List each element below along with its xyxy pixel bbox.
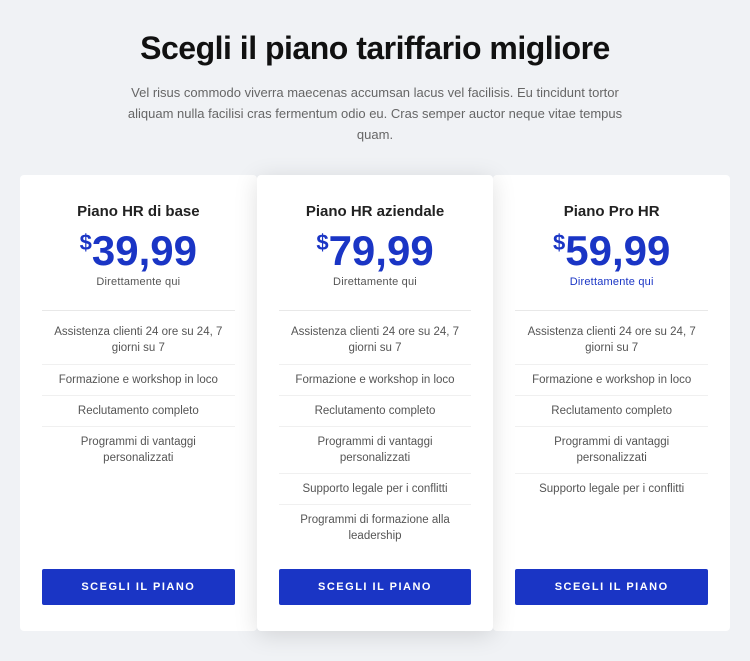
plan-feature-item: Supporto legale per i conflitti	[279, 474, 472, 505]
plan-features-pro: Assistenza clienti 24 ore su 24, 7 giorn…	[515, 317, 708, 551]
plan-cta-text-pro: Direttamente qui	[570, 276, 654, 288]
plan-features-aziendale: Assistenza clienti 24 ore su 24, 7 giorn…	[279, 317, 472, 551]
plan-button-base[interactable]: SCEGLI IL PIANO	[42, 569, 235, 605]
plan-button-aziendale[interactable]: SCEGLI IL PIANO	[279, 569, 472, 605]
plan-feature-item: Formazione e workshop in loco	[42, 365, 235, 396]
plan-feature-item: Reclutamento completo	[42, 396, 235, 427]
plan-card-aziendale: Piano HR aziendale $79,99 Direttamente qui…	[257, 175, 494, 631]
plan-feature-item: Reclutamento completo	[279, 396, 472, 427]
plan-name-pro: Piano Pro HR	[564, 203, 660, 220]
page-subtitle: Vel risus commodo viverra maecenas accum…	[115, 83, 635, 145]
plans-container: Piano HR di base $39,99 Direttamente qui As…	[20, 175, 730, 631]
plan-divider-aziendale	[279, 310, 472, 311]
plan-price-aziendale: $79,99	[316, 230, 433, 272]
plan-name-aziendale: Piano HR aziendale	[306, 203, 444, 220]
plan-feature-item: Reclutamento completo	[515, 396, 708, 427]
plan-feature-item: Assistenza clienti 24 ore su 24, 7 giorn…	[42, 317, 235, 364]
plan-feature-item: Programmi di vantaggi personalizzati	[515, 427, 708, 474]
plan-feature-item: Programmi di vantaggi personalizzati	[42, 427, 235, 473]
page-title: Scegli il piano tariffario migliore	[140, 30, 610, 67]
plan-feature-item: Formazione e workshop in loco	[279, 365, 472, 396]
plan-feature-item: Formazione e workshop in loco	[515, 365, 708, 396]
plan-features-base: Assistenza clienti 24 ore su 24, 7 giorn…	[42, 317, 235, 551]
plan-price-pro: $59,99	[553, 230, 670, 272]
plan-card-base: Piano HR di base $39,99 Direttamente qui As…	[20, 175, 257, 631]
plan-feature-item: Programmi di vantaggi personalizzati	[279, 427, 472, 474]
plan-button-pro[interactable]: SCEGLI IL PIANO	[515, 569, 708, 605]
plan-divider-base	[42, 310, 235, 311]
plan-price-base: $39,99	[80, 230, 197, 272]
plan-feature-item: Supporto legale per i conflitti	[515, 474, 708, 504]
plan-cta-text-aziendale: Direttamente qui	[333, 276, 417, 288]
plan-card-pro: Piano Pro HR $59,99 Direttamente qui Assist…	[493, 175, 730, 631]
plan-feature-item: Assistenza clienti 24 ore su 24, 7 giorn…	[279, 317, 472, 364]
plan-feature-item: Assistenza clienti 24 ore su 24, 7 giorn…	[515, 317, 708, 364]
plan-divider-pro	[515, 310, 708, 311]
plan-cta-text-base: Direttamente qui	[96, 276, 180, 288]
plan-name-base: Piano HR di base	[77, 203, 200, 220]
plan-feature-item: Programmi di formazione alla leadership	[279, 505, 472, 551]
